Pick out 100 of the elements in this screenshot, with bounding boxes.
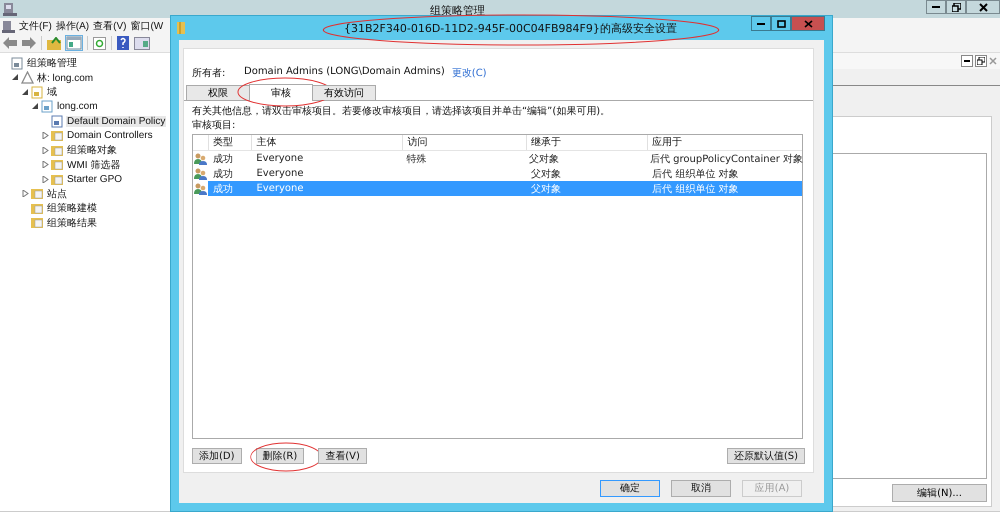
expand-arrow-icon[interactable] — [22, 190, 29, 198]
maximize-icon — [776, 20, 786, 28]
action-button[interactable]: 删除(R) — [256, 448, 304, 464]
menu-item[interactable]: 窗口(W — [130, 19, 164, 33]
close-button[interactable] — [966, 0, 1000, 14]
table-cell: Everyone — [256, 153, 304, 164]
minimize-icon — [757, 22, 765, 24]
folder-icon — [31, 216, 44, 230]
restore-icon — [977, 57, 985, 65]
tree-item[interactable]: 组策略管理 — [26, 56, 78, 70]
dialog-title: {31B2F340-016D-11D2-945F-00C04FB984F9}的高级安全设置 — [344, 21, 677, 36]
back-arrow-icon[interactable] — [3, 37, 17, 49]
table-row[interactable]: 成功 Everyone 特殊 父对象 后代 groupPolicyContainer 对象 — [193, 151, 802, 166]
tree-item[interactable]: 域 — [46, 85, 58, 100]
tree-item[interactable]: Default Domain Policy — [66, 116, 166, 127]
minimize-button[interactable] — [926, 0, 946, 14]
tree-item[interactable]: long.com — [56, 101, 99, 112]
list-label: 审核项目: — [192, 119, 236, 133]
minimize-icon — [964, 60, 970, 62]
expand-arrow-icon[interactable] — [42, 176, 49, 183]
table-cell: 成功 — [213, 154, 233, 164]
document-icon — [11, 56, 24, 70]
table-cell: 成功 — [213, 184, 233, 194]
collapse-arrow-icon[interactable] — [32, 103, 39, 110]
close-icon[interactable] — [989, 57, 997, 65]
column-header[interactable]: 主体 — [251, 135, 402, 150]
forward-arrow-icon[interactable] — [22, 37, 36, 49]
minimize-button[interactable] — [751, 16, 771, 31]
minimize-button[interactable] — [961, 55, 973, 67]
table-cell: 后代 groupPolicyContainer 对象 — [650, 154, 804, 164]
column-header[interactable]: 继承于 — [526, 135, 648, 150]
folder-icon — [51, 172, 64, 186]
tree-item[interactable]: 林: long.com — [36, 70, 94, 85]
folder-icon — [31, 202, 44, 215]
restore-button[interactable] — [975, 55, 987, 67]
folder-icon — [31, 187, 44, 200]
console-icon — [3, 2, 17, 16]
window-title: 组策略管理 — [430, 3, 485, 18]
expand-arrow-icon[interactable] — [42, 146, 49, 154]
triangle-icon — [21, 71, 34, 84]
menu-item[interactable]: 查看(V) — [93, 19, 126, 33]
tree-item[interactable]: 站点 — [46, 186, 68, 201]
info-text: 有关其他信息，请双击审核项目。若要修改审核项目，请选择该项目并单击“编辑”(如果可用)。 — [192, 105, 612, 119]
expand-arrow-icon[interactable] — [42, 161, 49, 168]
column-header[interactable]: 应用于 — [647, 135, 802, 150]
tree-item[interactable]: 组策略对象 — [66, 143, 118, 158]
table-cell: 后代 组织单位 对象 — [652, 184, 738, 194]
table-cell: 后代 组织单位 对象 — [652, 168, 738, 180]
folder-icon — [177, 22, 185, 34]
table-row[interactable]: 成功 Everyone 父对象 后代 组织单位 对象 — [193, 166, 802, 181]
restore-button[interactable] — [946, 0, 966, 14]
tree-item[interactable]: Domain Controllers — [66, 130, 154, 142]
folder-up-icon[interactable] — [47, 36, 61, 50]
restore-icon — [952, 2, 960, 12]
refresh-icon[interactable] — [93, 36, 106, 50]
tree-item[interactable]: 组策略建模 — [46, 201, 98, 216]
tab[interactable]: 有效访问 — [312, 85, 376, 100]
minimize-icon — [932, 6, 940, 8]
table-cell: 父对象 — [530, 184, 561, 194]
table-cell: 父对象 — [529, 154, 560, 164]
tree-item[interactable]: 组策略结果 — [46, 216, 98, 230]
maximize-button[interactable] — [771, 16, 791, 31]
column-header[interactable]: 访问 — [402, 135, 526, 150]
expand-arrow-icon[interactable] — [42, 132, 49, 140]
tree-item[interactable]: Starter GPO — [66, 174, 124, 185]
document-icon — [41, 100, 54, 114]
menu-item[interactable]: 操作(A) — [56, 19, 90, 33]
restore-defaults-button[interactable]: 还原默认值(S) — [726, 448, 805, 464]
folder-icon — [51, 144, 64, 157]
owner-label: 所有者: — [192, 66, 224, 81]
folder-icon — [51, 129, 64, 142]
help-icon[interactable] — [117, 36, 129, 50]
action-button[interactable]: 添加(D) — [192, 448, 242, 464]
users-icon — [194, 168, 207, 180]
menu-item[interactable]: 文件(F) — [19, 19, 52, 33]
owner-name: Domain Admins (LONG\Domain Admins) — [244, 66, 445, 79]
table-cell: Everyone — [256, 168, 304, 179]
dialog-button[interactable]: 确定 — [600, 480, 660, 496]
document-icon — [51, 114, 64, 128]
table-cell: 特殊 — [406, 154, 426, 164]
action-button[interactable]: 查看(V) — [318, 448, 367, 464]
table-cell: 父对象 — [530, 168, 561, 180]
users-icon — [194, 182, 207, 194]
console-icon — [2, 20, 15, 32]
console-tree-icon[interactable] — [66, 36, 82, 50]
panel-icon[interactable] — [134, 36, 150, 50]
tab[interactable]: 权限 — [186, 85, 250, 100]
users-icon — [194, 152, 207, 164]
column-header[interactable]: 类型 — [208, 135, 252, 150]
close-icon — [804, 20, 812, 28]
tree-item[interactable]: WMI 筛选器 — [66, 158, 122, 172]
dialog-button[interactable]: 取消 — [671, 480, 731, 496]
change-link[interactable]: 更改(C) — [452, 66, 487, 83]
collapse-arrow-icon[interactable] — [12, 74, 19, 82]
table-cell: 成功 — [213, 168, 233, 180]
tab[interactable]: 审核 — [249, 84, 313, 101]
edit-button[interactable]: 编辑(N)... — [892, 484, 987, 502]
close-icon — [978, 2, 988, 12]
collapse-arrow-icon[interactable] — [22, 88, 29, 96]
document-icon — [31, 86, 44, 99]
